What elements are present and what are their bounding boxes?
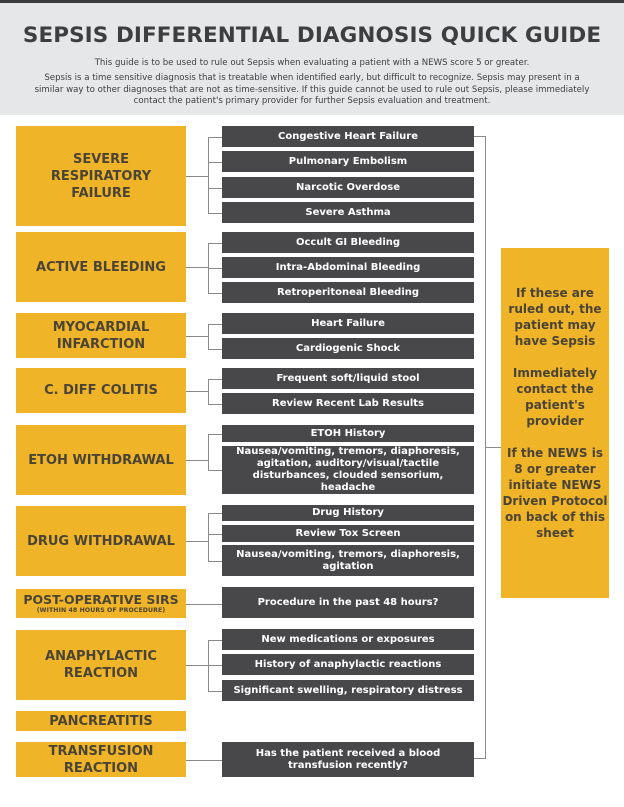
differential-item: Has the patient received a blood transfu…	[222, 742, 474, 777]
category-label-line: PANCREATITIS	[49, 713, 153, 729]
differential-item: Nausea/vomiting, tremors, diaphoresis, a…	[222, 545, 474, 576]
category-box: TRANSFUSION REACTION	[16, 742, 186, 777]
category-box: PANCREATITIS	[16, 711, 186, 731]
differential-item: History of anaphylactic reactions	[222, 654, 474, 675]
category-box: ETOH WITHDRAWAL	[16, 425, 186, 495]
connector-line	[208, 513, 209, 562]
connector-line	[208, 267, 222, 269]
category-label-line: RESPIRATORY	[50, 168, 152, 184]
differential-item: Cardiogenic Shock	[222, 338, 474, 359]
connector-line	[208, 433, 222, 435]
connector-line	[208, 136, 209, 214]
differential-item: Procedure in the past 48 hours?	[222, 587, 474, 618]
category-box: SEVERE RESPIRATORY FAILURE	[16, 126, 186, 226]
category-label-line: REACTION	[63, 760, 139, 776]
connector-line	[208, 639, 209, 692]
differential-item: Occult GI Bleeding	[222, 232, 474, 253]
callout-ruled-out: If these are ruled out, the patient may …	[508, 286, 602, 348]
differential-item: Review Recent Lab Results	[222, 393, 474, 414]
connector-line	[186, 665, 208, 666]
category-label-line: POST-OPERATIVE SIRS	[23, 591, 179, 607]
connector-line	[186, 541, 208, 542]
differential-item: Intra-Abdominal Bleeding	[222, 257, 474, 278]
connector-line	[474, 136, 485, 137]
connector-line	[186, 267, 208, 268]
connector-line	[186, 460, 208, 461]
connector-line	[208, 513, 222, 514]
category-label-line: SEVERE	[72, 151, 130, 167]
category-label-line: MYOCARDIAL	[52, 319, 150, 335]
sepsis-callout-box: If these are ruled out, the patient may …	[501, 248, 609, 598]
differential-item: Pulmonary Embolism	[222, 151, 474, 172]
differential-item: Congestive Heart Failure	[222, 126, 474, 147]
category-box: POST-OPERATIVE SIRS (WITHIN 48 HOURS OF P…	[16, 589, 186, 618]
category-box: ACTIVE BLEEDING	[16, 232, 186, 302]
connector-line	[208, 560, 222, 562]
page-title: SEPSIS DIFFERENTIAL DIAGNOSIS QUICK GUID…	[22, 23, 602, 48]
category-label-line: FAILURE	[71, 185, 131, 201]
connector-line	[186, 335, 208, 337]
connector-line	[208, 378, 222, 380]
differential-item: Retroperitoneal Bleeding	[222, 282, 474, 303]
connector-line	[186, 176, 208, 177]
connector-line	[208, 690, 222, 692]
differential-item: Nausea/vomiting, tremors, diaphoresis, a…	[222, 446, 474, 494]
category-label-line: ANAPHYLACTIC	[45, 649, 157, 664]
category-box: C. DIFF COLITIS	[16, 368, 186, 413]
connector-line	[208, 136, 222, 138]
category-box: DRUG WITHDRAWAL	[16, 506, 186, 576]
connector-line	[208, 533, 222, 535]
connector-line	[208, 187, 222, 189]
connector-line	[208, 212, 222, 214]
connector-line	[208, 470, 222, 471]
connector-line	[485, 447, 501, 448]
differential-item: Heart Failure	[222, 313, 474, 334]
category-label-line: TRANSFUSION	[48, 743, 154, 759]
callout-news-protocol: If the NEWS is 8 or greater initiate NEW…	[502, 446, 608, 540]
differential-item: Review Tox Screen	[222, 525, 474, 542]
category-label-line: ACTIVE BLEEDING	[36, 259, 166, 275]
category-label-line: C. DIFF COLITIS	[44, 383, 158, 398]
connector-line	[208, 433, 209, 471]
differential-item: Drug History	[222, 505, 474, 521]
connector-line	[208, 242, 222, 244]
connector-line	[474, 758, 485, 759]
connector-line	[208, 664, 222, 666]
connector-line	[208, 639, 222, 641]
differential-item: ETOH History	[222, 425, 474, 442]
connector-line	[208, 323, 222, 325]
connector-line	[208, 323, 209, 350]
description-text: Sepsis is a time sensitive diagnosis tha…	[34, 73, 590, 106]
intro-text: This guide is to be used to rule out Sep…	[94, 58, 530, 68]
differential-item: Severe Asthma	[222, 202, 474, 223]
differential-item: Narcotic Overdose	[222, 177, 474, 198]
connector-line	[208, 348, 222, 350]
differential-item: Significant swelling, respiratory distre…	[222, 680, 474, 701]
connector-line	[208, 378, 209, 405]
category-box: MYOCARDIAL INFARCTION	[16, 313, 186, 358]
category-label-line: INFARCTION	[56, 336, 146, 352]
category-note: (WITHIN 48 HOURS OF PROCEDURE)	[36, 606, 166, 614]
connector-line	[208, 403, 222, 405]
differential-item: Frequent soft/liquid stool	[222, 368, 474, 389]
category-label-line: ETOH WITHDRAWAL	[28, 452, 174, 468]
connector-line	[208, 161, 222, 163]
header: SEPSIS DIFFERENTIAL DIAGNOSIS QUICK GUID…	[0, 0, 624, 115]
category-box: ANAPHYLACTIC REACTION	[16, 630, 186, 700]
connector-line	[186, 759, 222, 761]
connector-line	[186, 390, 208, 392]
callout-contact-provider: Immediately contact the patient's provid…	[512, 366, 598, 428]
category-label-line: DRUG WITHDRAWAL	[27, 533, 175, 549]
connector-line	[186, 603, 222, 605]
connector-line	[208, 292, 222, 294]
differential-item: New medications or exposures	[222, 629, 474, 650]
category-label-line: REACTION	[63, 666, 139, 681]
